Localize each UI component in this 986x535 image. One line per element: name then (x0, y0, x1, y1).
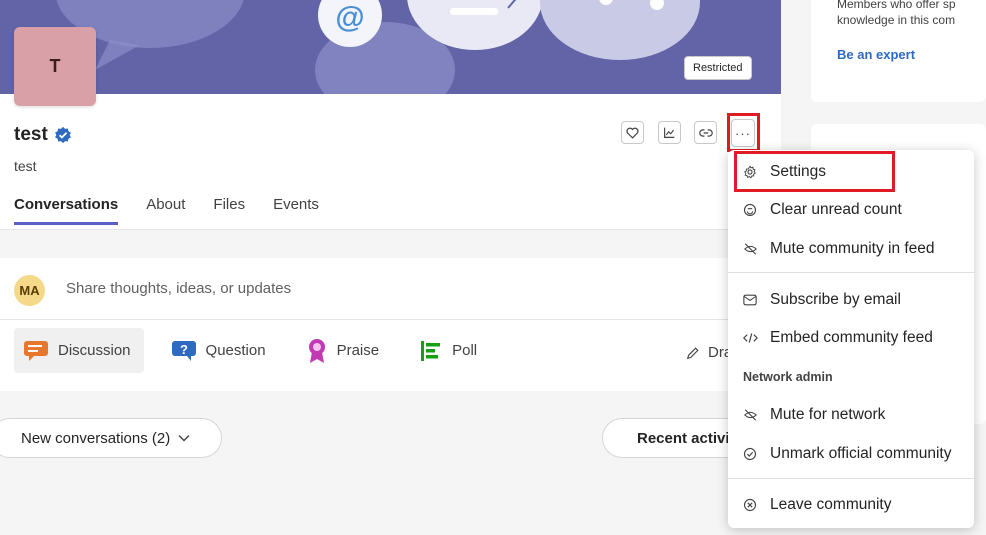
menu-item-mute-network-label: Mute for network (770, 406, 886, 423)
settings-highlight (734, 151, 895, 192)
analytics-icon (664, 127, 675, 138)
community-header-card: @ T Restricted test test Conversations A… (0, 0, 781, 230)
menu-item-mute-community[interactable]: Mute community in feed (728, 234, 974, 264)
cover-image: @ (0, 0, 781, 94)
poll-icon (421, 340, 441, 361)
new-conversations-label: New conversations (2) (21, 429, 171, 447)
clear-unread-icon (742, 202, 758, 218)
restricted-badge: Restricted (684, 56, 752, 80)
new-conversations-filter[interactable]: New conversations (2) (0, 418, 222, 458)
check-circle-icon (742, 446, 758, 462)
close-circle-icon (742, 497, 758, 513)
copy-link-button[interactable] (694, 121, 717, 144)
post-type-selector: Discussion ? Question Praise Poll (14, 328, 508, 373)
discussion-icon (24, 340, 48, 361)
svg-text:@: @ (335, 1, 364, 34)
menu-item-leave-community-label: Leave community (770, 496, 892, 513)
user-avatar: MA (14, 275, 45, 306)
user-avatar-initials: MA (19, 283, 40, 298)
post-type-praise-label: Praise (336, 342, 380, 359)
tab-about[interactable]: About (146, 196, 185, 225)
post-type-discussion-label: Discussion (58, 342, 131, 359)
community-tabs: Conversations About Files Events (14, 196, 319, 225)
menu-item-subscribe-email-label: Subscribe by email (770, 291, 901, 308)
post-composer: MA Share thoughts, ideas, or updates Dis… (0, 258, 781, 391)
experts-description-line-2: knowledge in this com (837, 13, 956, 27)
tab-files[interactable]: Files (213, 196, 245, 225)
community-title-row: test (14, 124, 72, 146)
menu-item-unmark-official-label: Unmark official community (770, 445, 952, 462)
composer-input-row[interactable]: MA Share thoughts, ideas, or updates (0, 258, 781, 320)
question-icon: ? (171, 340, 196, 361)
pencil-icon (686, 346, 699, 359)
draft-button[interactable]: Dra (686, 344, 732, 361)
praise-icon (308, 338, 325, 363)
insights-button[interactable] (658, 121, 681, 144)
menu-item-clear-unread[interactable]: Clear unread count (728, 195, 974, 225)
more-button-highlight (727, 113, 760, 152)
be-an-expert-link[interactable]: Be an expert (837, 47, 915, 62)
community-avatar: T (14, 27, 96, 106)
mute-eye-icon (742, 407, 758, 423)
community-avatar-letter: T (49, 56, 61, 76)
composer-placeholder[interactable]: Share thoughts, ideas, or updates (66, 280, 291, 297)
chevron-down-icon (178, 435, 190, 442)
more-options-menu: Settings Clear unread count Mute communi… (728, 150, 974, 528)
experts-description-line-1: Members who offer sp (837, 0, 956, 11)
post-type-question-label: Question (205, 342, 266, 359)
menu-item-mute-community-label: Mute community in feed (770, 240, 935, 257)
menu-item-clear-unread-label: Clear unread count (770, 201, 902, 218)
recent-activity-label: Recent activi (637, 429, 730, 447)
mail-icon (742, 292, 758, 308)
svg-text:?: ? (180, 342, 188, 357)
verified-icon (54, 126, 71, 144)
community-title: test (14, 124, 48, 145)
experts-description: Members who offer sp knowledge in this c… (837, 0, 986, 28)
menu-item-embed-feed[interactable]: Embed community feed (728, 323, 974, 353)
menu-item-leave-community[interactable]: Leave community (728, 490, 974, 520)
menu-item-mute-network[interactable]: Mute for network (728, 400, 974, 430)
cover-illustration: @ (56, 0, 700, 94)
post-type-question[interactable]: ? Question (162, 328, 279, 373)
tab-events[interactable]: Events (273, 196, 319, 225)
post-type-discussion[interactable]: Discussion (14, 328, 144, 373)
link-icon (698, 128, 713, 137)
menu-item-unmark-official[interactable]: Unmark official community (728, 439, 974, 469)
code-icon (742, 330, 758, 346)
menu-item-embed-feed-label: Embed community feed (770, 329, 933, 346)
menu-section-network-admin: Network admin (743, 370, 833, 384)
heart-icon (626, 127, 639, 139)
menu-divider (728, 272, 974, 273)
menu-item-subscribe-email[interactable]: Subscribe by email (728, 285, 974, 315)
community-subtitle: test (14, 158, 37, 174)
tab-conversations[interactable]: Conversations (14, 196, 119, 225)
menu-divider (728, 478, 974, 479)
post-type-poll-label: Poll (452, 342, 478, 359)
post-type-praise[interactable]: Praise (297, 328, 393, 373)
post-type-poll[interactable]: Poll (410, 328, 490, 373)
favorite-button[interactable] (621, 121, 644, 144)
mute-eye-icon (742, 241, 758, 257)
